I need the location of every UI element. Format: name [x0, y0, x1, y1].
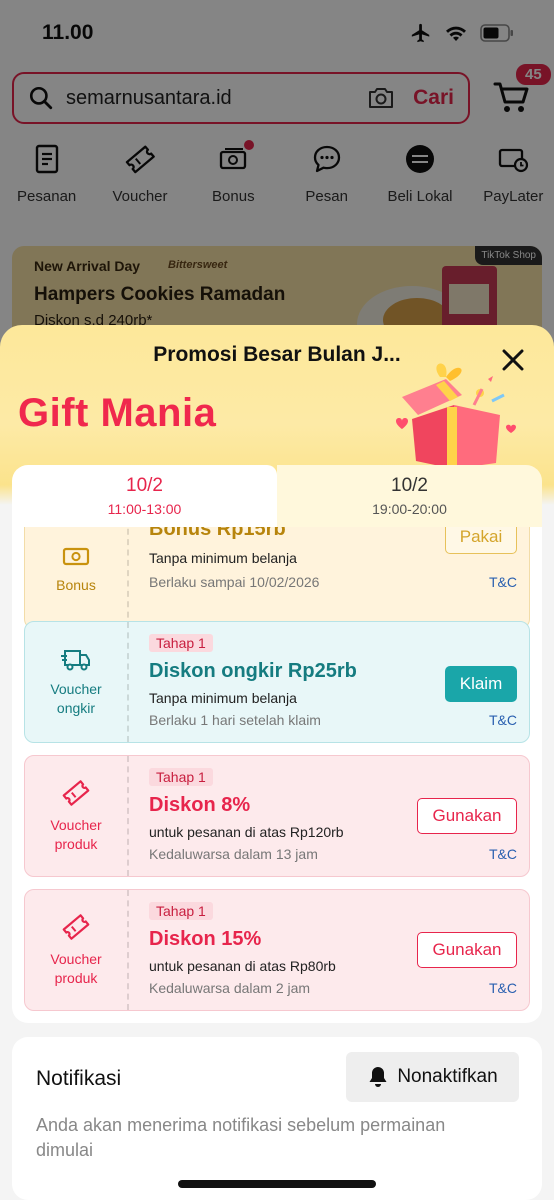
- voucher-card-bonus: Bonus Bonus Rp15rb Tanpa minimum belanja…: [24, 527, 530, 629]
- tahap-badge: Tahap 1: [149, 634, 213, 652]
- tab-slot-1[interactable]: 10/2 11:00-13:00: [12, 465, 277, 527]
- tahap-badge: Tahap 1: [149, 902, 213, 920]
- tab-date: 10/2: [391, 475, 428, 496]
- tab-time: 19:00-20:00: [372, 501, 447, 517]
- pakai-button[interactable]: Pakai: [445, 527, 517, 554]
- gift-box-illustration: [396, 363, 516, 469]
- home-indicator[interactable]: [178, 1180, 376, 1188]
- tnc-link[interactable]: T&C: [489, 574, 517, 590]
- nonaktifkan-button[interactable]: Nonaktifkan: [346, 1052, 519, 1102]
- time-slot-tabs: 10/2 11:00-13:00 10/2 19:00-20:00: [12, 465, 542, 527]
- nonaktifkan-label: Nonaktifkan: [397, 1066, 498, 1087]
- voucher-card-ongkir: Voucher ongkir Tahap 1 Diskon ongkir Rp2…: [24, 621, 530, 743]
- promo-bottom-sheet: Promosi Besar Bulan J... Gift Mania 10/2…: [0, 325, 554, 1200]
- gunakan-button[interactable]: Gunakan: [417, 798, 517, 834]
- notification-description: Anda akan menerima notifikasi sebelum pe…: [36, 1115, 446, 1160]
- voucher-desc: Tanpa minimum belanja: [149, 550, 297, 566]
- hero-title: Gift Mania: [18, 391, 217, 435]
- voucher-card-produk-1: Voucher produk Tahap 1 Diskon 8% untuk p…: [24, 755, 530, 877]
- app-screen: 11.00 semarnusantara.id Cari 45 Pesanan …: [0, 0, 554, 1200]
- tab-slot-2[interactable]: 10/2 19:00-20:00: [277, 465, 542, 527]
- voucher-desc: Tanpa minimum belanja: [149, 690, 297, 706]
- tnc-link[interactable]: T&C: [489, 712, 517, 728]
- gunakan-button[interactable]: Gunakan: [417, 932, 517, 968]
- voucher-title: Bonus Rp15rb: [149, 527, 286, 540]
- voucher-expiry: Kedaluwarsa dalam 13 jam: [149, 846, 318, 862]
- ticket-icon: [62, 780, 90, 806]
- notification-title: Notifikasi: [36, 1067, 122, 1090]
- voucher-expiry: Berlaku sampai 10/02/2026: [149, 574, 320, 590]
- tnc-link[interactable]: T&C: [489, 980, 517, 996]
- voucher-type-label: Voucher produk: [50, 951, 102, 986]
- voucher-title: Diskon 15%: [149, 928, 262, 950]
- ticket-icon: [62, 914, 90, 940]
- voucher-desc: untuk pesanan di atas Rp120rb: [149, 824, 344, 840]
- tab-time: 11:00-13:00: [107, 501, 182, 517]
- voucher-title: Diskon ongkir Rp25rb: [149, 660, 357, 682]
- voucher-expiry: Berlaku 1 hari setelah klaim: [149, 712, 321, 728]
- voucher-card-produk-2: Voucher produk Tahap 1 Diskon 15% untuk …: [24, 889, 530, 1011]
- tab-date: 10/2: [126, 475, 163, 496]
- voucher-title: Diskon 8%: [149, 794, 251, 816]
- voucher-expiry: Kedaluwarsa dalam 2 jam: [149, 980, 311, 996]
- truck-icon: [61, 650, 90, 671]
- voucher-type-label: Voucher produk: [50, 817, 102, 852]
- voucher-type-label: Bonus: [56, 576, 96, 593]
- voucher-type-label: Voucher ongkir: [50, 681, 102, 716]
- klaim-button[interactable]: Klaim: [445, 666, 517, 702]
- cash-icon: [62, 547, 90, 565]
- voucher-desc: untuk pesanan di atas Rp80rb: [149, 958, 336, 974]
- tahap-badge: Tahap 1: [149, 768, 213, 786]
- tnc-link[interactable]: T&C: [489, 846, 517, 862]
- bell-icon: [369, 1067, 387, 1087]
- voucher-list[interactable]: Bonus Bonus Rp15rb Tanpa minimum belanja…: [12, 527, 542, 1023]
- notification-section: Notifikasi Nonaktifkan Anda akan menerim…: [12, 1037, 542, 1200]
